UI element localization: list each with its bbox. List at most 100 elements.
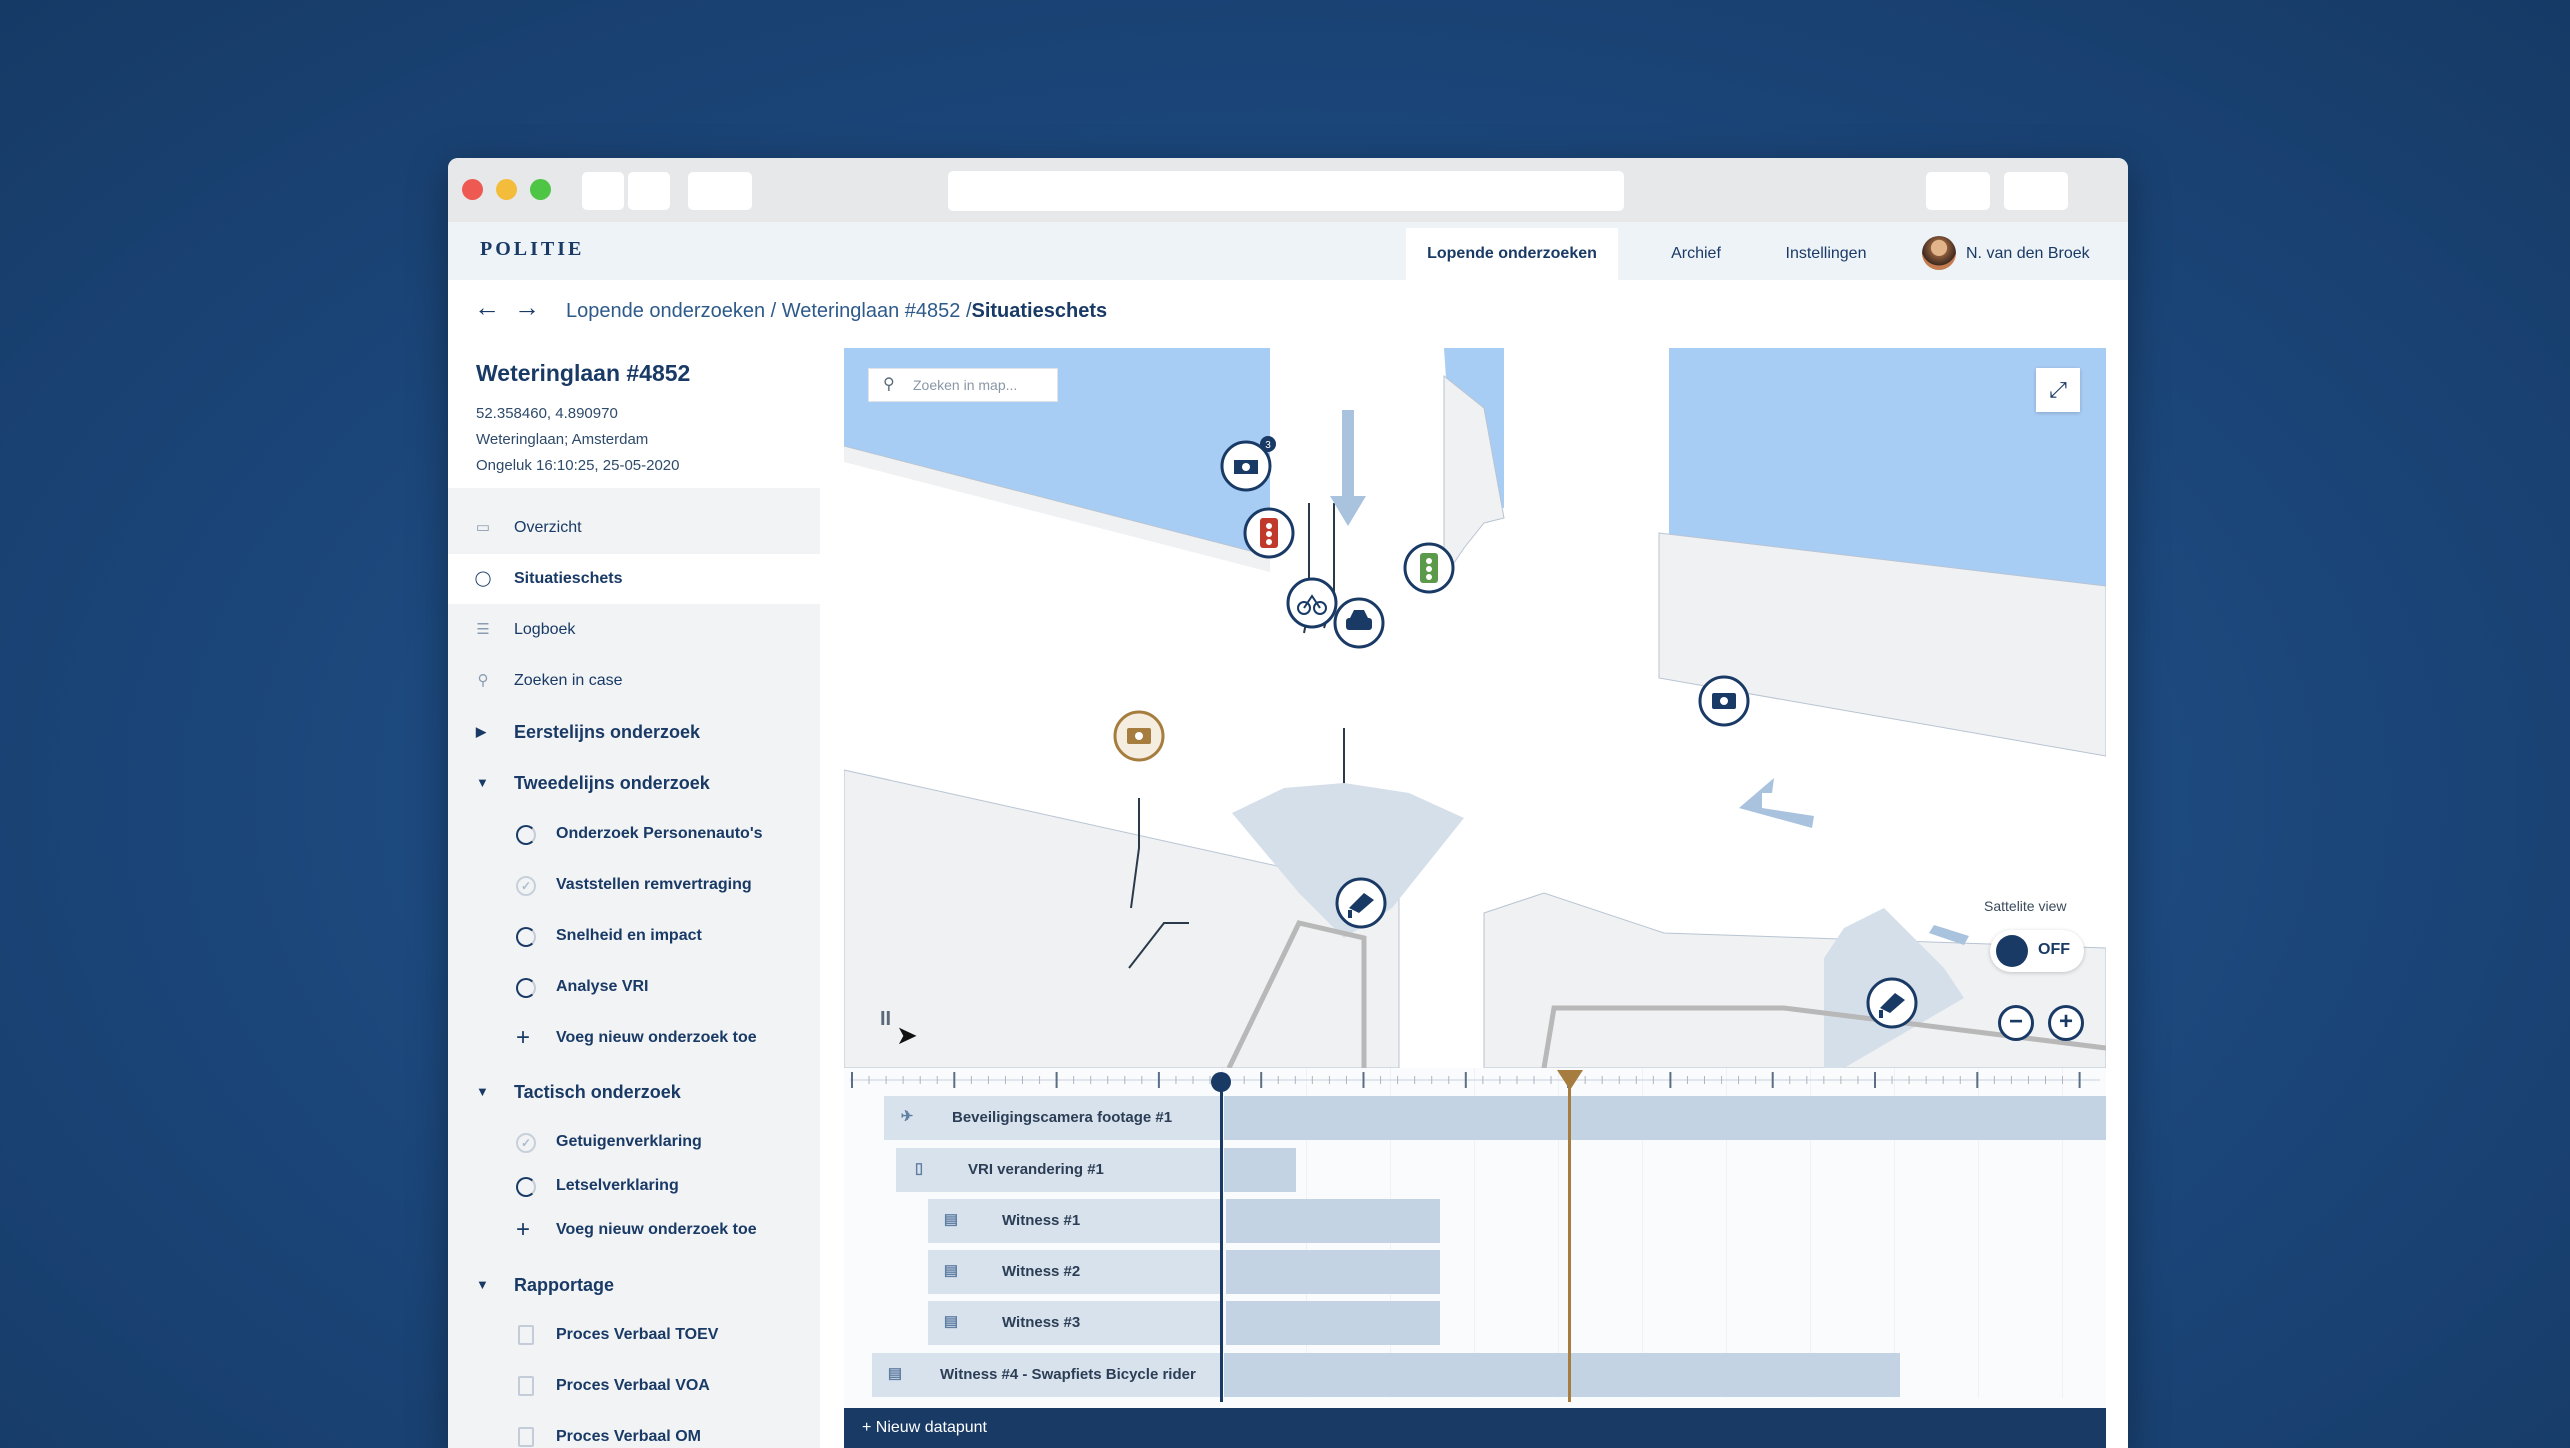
sidebar-item-label: Overzicht <box>514 519 582 536</box>
back-arrow-icon[interactable]: ← <box>474 292 500 323</box>
sidebar-item-situatieschets[interactable]: ◯ Situatieschets <box>448 554 820 604</box>
timeline-row-witness-1[interactable]: ▤ Witness #1 <box>928 1199 1222 1243</box>
subitem-pv-toev[interactable]: Proces Verbaal TOEV <box>448 1313 820 1357</box>
sidebar-item-zoeken[interactable]: ⚲ Zoeken in case <box>448 656 820 706</box>
subitem-analyse-vri[interactable]: Analyse VRI <box>448 965 820 1009</box>
fullscreen-button[interactable]: ⤢ <box>2036 368 2080 412</box>
progress-ring-icon <box>516 927 536 947</box>
user-name[interactable]: N. van den Broek <box>1966 228 2090 280</box>
chat-icon: ▤ <box>887 1365 903 1382</box>
breadcrumb: Lopende onderzoeken / Weteringlaan #4852… <box>566 300 1107 323</box>
row-label: Witness #1 <box>1002 1212 1081 1229</box>
browser-forward-button[interactable] <box>628 172 670 210</box>
satellite-view-label: Sattelite view <box>1984 898 2067 914</box>
subitem-getuigenverklaring[interactable]: Getuigenverklaring <box>448 1120 820 1165</box>
timeline-ruler[interactable] <box>844 1068 2106 1092</box>
car-marker <box>1333 597 1385 649</box>
timeline-bar-witness-3[interactable] <box>1226 1301 1440 1345</box>
map-icon: ▭ <box>475 519 491 536</box>
pause-icon[interactable]: II <box>880 1008 891 1031</box>
toggle-state: OFF <box>2038 941 2070 958</box>
timeline-bar-vri[interactable] <box>1224 1148 1296 1192</box>
timeline-row-vri[interactable]: ▯ VRI verandering #1 <box>896 1148 1222 1192</box>
browser-tabs-button[interactable] <box>2004 172 2068 210</box>
subitem-label: Proces Verbaal OM <box>556 1428 701 1445</box>
security-camera-marker-east <box>1866 977 1918 1029</box>
browser-tab-button[interactable] <box>688 172 752 210</box>
section-rapportage[interactable]: ▼ Rapportage <box>448 1260 820 1310</box>
new-datapoint-button[interactable]: + Nieuw datapunt <box>844 1408 2106 1448</box>
subitem-snelheid[interactable]: Snelheid en impact <box>448 914 820 958</box>
row-label: Witness #2 <box>1002 1263 1081 1280</box>
map-search-input[interactable]: ⚲ Zoeken in map... <box>868 368 1058 402</box>
breadcrumb-current: Situatieschets <box>971 300 1108 322</box>
timeline-bar-witness-2[interactable] <box>1226 1250 1440 1294</box>
subitem-remvertraging[interactable]: Vaststellen remvertraging <box>448 863 820 908</box>
playhead-handle[interactable] <box>1211 1072 1231 1092</box>
timeline-bar-witness-4[interactable] <box>1224 1353 1900 1397</box>
situation-map[interactable]: 3 ⚲ Zoeken in map... ⤢ Sattelite view OF… <box>844 348 2106 1068</box>
satellite-view-toggle[interactable]: OFF <box>1990 930 2084 972</box>
avatar[interactable] <box>1922 236 1956 270</box>
subitem-label: Proces Verbaal TOEV <box>556 1326 719 1343</box>
browser-back-button[interactable] <box>582 172 624 210</box>
timeline-row-witness-2[interactable]: ▤ Witness #2 <box>928 1250 1222 1294</box>
timeline-bar-camera[interactable] <box>1224 1096 2106 1140</box>
add-onderzoek-button[interactable]: + Voeg nieuw onderzoek toe <box>448 1016 820 1060</box>
subitem-personenautos[interactable]: Onderzoek Personenauto's <box>448 812 820 856</box>
camera-marker-east <box>1698 675 1750 727</box>
progress-ring-icon <box>516 825 536 845</box>
chevron-down-icon: ▼ <box>476 1277 489 1292</box>
case-title: Weteringlaan #4852 <box>476 360 691 386</box>
traffic-light-icon: ▯ <box>914 1160 924 1177</box>
zoom-out-button[interactable]: − <box>1998 1005 2034 1041</box>
traffic-light-red-marker <box>1243 507 1295 559</box>
subitem-label: Voeg nieuw onderzoek toe <box>556 1221 757 1238</box>
sidebar-item-overzicht[interactable]: ▭ Overzicht <box>448 503 820 553</box>
subitem-pv-voa[interactable]: Proces Verbaal VOA <box>448 1364 820 1408</box>
play-icon: ◯ <box>474 570 492 587</box>
check-circle-icon <box>516 864 536 908</box>
progress-ring-icon <box>516 1177 536 1197</box>
witness-marker-gold <box>1113 710 1165 762</box>
minimize-window-button[interactable] <box>496 179 517 200</box>
security-camera-marker-center <box>1335 877 1387 929</box>
bicycle-marker <box>1286 577 1338 629</box>
subitem-letselverklaring[interactable]: Letselverklaring <box>448 1164 820 1208</box>
sidebar-item-label: Zoeken in case <box>514 672 623 689</box>
sidebar-item-label: Logboek <box>514 621 576 638</box>
subitem-pv-om[interactable]: Proces Verbaal OM <box>448 1415 820 1448</box>
address-bar[interactable] <box>948 171 1624 211</box>
timeline: ✈ Beveiligingscamera footage #1 ▯ VRI vera… <box>844 1068 2106 1448</box>
zoom-in-button[interactable]: + <box>2048 1005 2084 1041</box>
tab-lopende-onderzoeken[interactable]: Lopende onderzoeken <box>1406 228 1618 280</box>
section-label: Tactisch onderzoek <box>514 1082 681 1102</box>
map-canvas[interactable]: 3 <box>844 348 2106 1068</box>
section-label: Eerstelijns onderzoek <box>514 722 701 742</box>
forward-arrow-icon[interactable]: → <box>514 292 540 323</box>
section-tactisch[interactable]: ▼ Tactisch onderzoek <box>448 1067 820 1117</box>
add-onderzoek-button[interactable]: + Voeg nieuw onderzoek toe <box>448 1208 820 1252</box>
close-window-button[interactable] <box>462 179 483 200</box>
plus-icon: + <box>516 1216 531 1243</box>
timeline-row-camera[interactable]: ✈ Beveiligingscamera footage #1 <box>884 1096 1222 1140</box>
map-search-placeholder: Zoeken in map... <box>913 377 1018 393</box>
document-icon <box>518 1427 534 1447</box>
sidebar-item-logboek[interactable]: ☰ Logboek <box>448 605 820 655</box>
subitem-label: Analyse VRI <box>556 978 649 995</box>
maximize-window-button[interactable] <box>530 179 551 200</box>
section-tweedelijns[interactable]: ▼ Tweedelijns onderzoek <box>448 758 820 808</box>
incident-marker-handle[interactable] <box>1557 1070 1583 1090</box>
breadcrumb-path[interactable]: Lopende onderzoeken / Weteringlaan #4852… <box>566 300 972 322</box>
section-eerstelijns[interactable]: ▶ Eerstelijns onderzoek <box>448 707 820 757</box>
tab-archief[interactable]: Archief <box>1648 228 1744 280</box>
sidebar: Weteringlaan #4852 52.358460, 4.890970 W… <box>448 338 820 1448</box>
tab-instellingen[interactable]: Instellingen <box>1766 228 1886 280</box>
browser-share-button[interactable] <box>1926 172 1990 210</box>
chevron-right-icon: ▶ <box>476 724 486 739</box>
timeline-row-witness-4[interactable]: ▤ Witness #4 - Swapfiets Bicycle rider <box>872 1353 1222 1397</box>
timeline-row-witness-3[interactable]: ▤ Witness #3 <box>928 1301 1222 1345</box>
traffic-light-green-marker <box>1403 542 1455 594</box>
timeline-bar-witness-1[interactable] <box>1226 1199 1440 1243</box>
subitem-label: Voeg nieuw onderzoek toe <box>556 1029 757 1046</box>
